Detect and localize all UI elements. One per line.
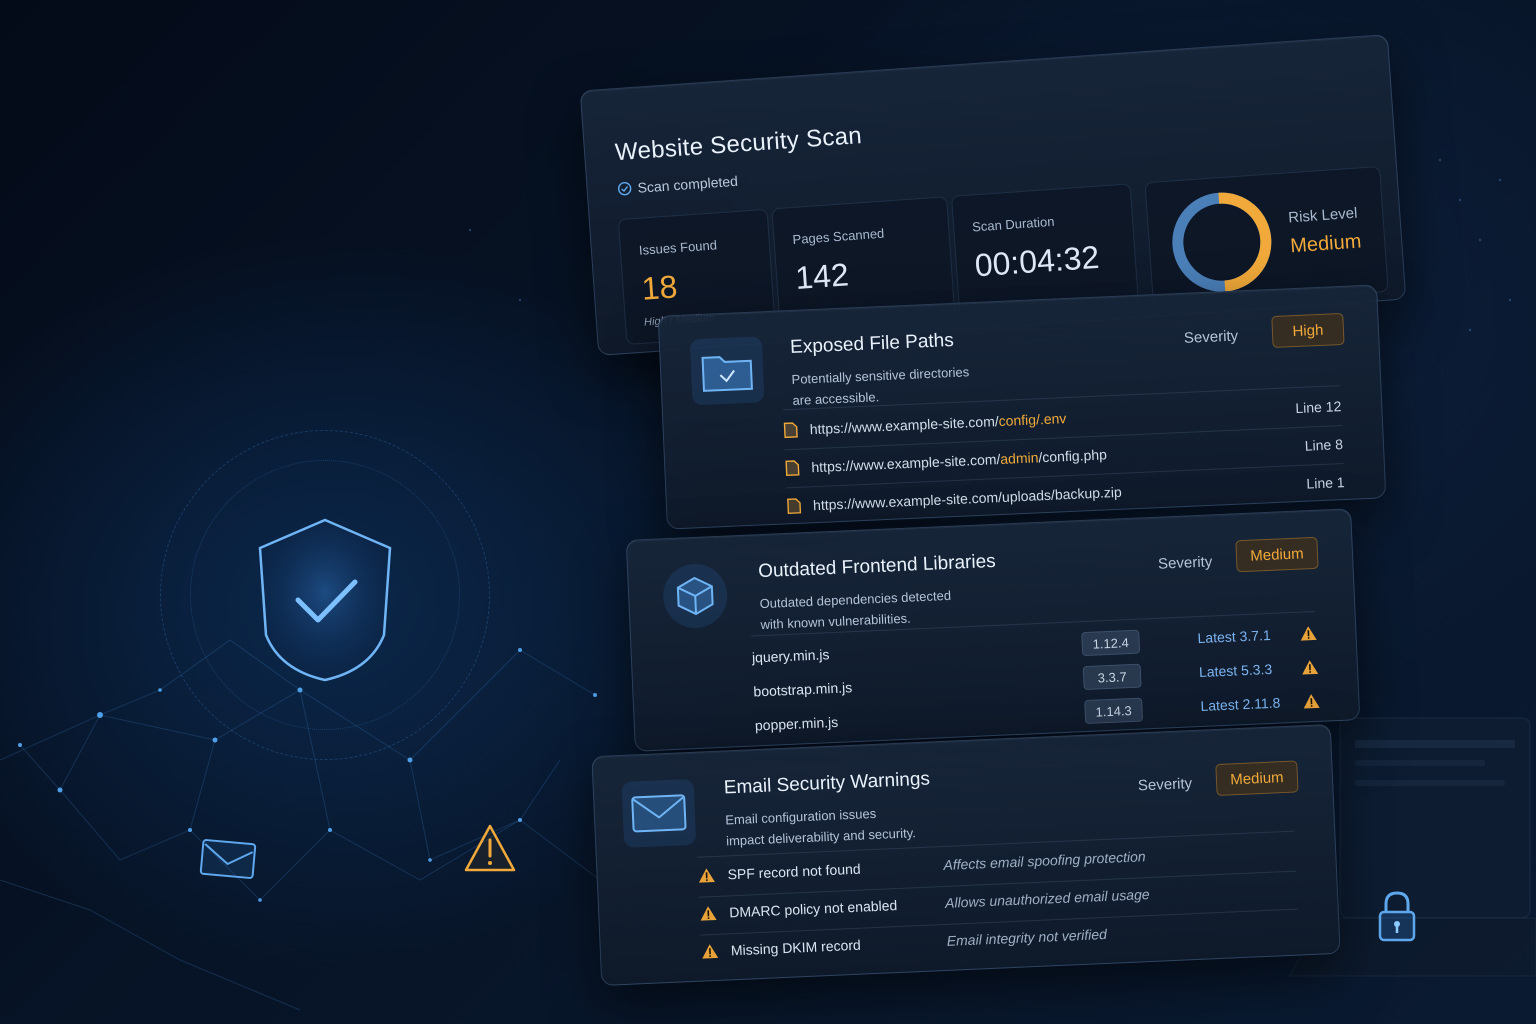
scan-status-text: Scan completed: [637, 172, 739, 196]
latest-version: Latest 5.3.3: [1198, 660, 1273, 681]
issue-card-exposed-file-paths[interactable]: Exposed File Paths Potentially sensitive…: [657, 284, 1387, 530]
library-list: jquery.min.js 1.12.4 Latest 3.7.1 bootst…: [751, 615, 1320, 740]
severity-label: Severity: [1183, 327, 1239, 347]
risk-level-label: Risk Level: [1287, 204, 1358, 227]
line-number: Line 1: [1306, 474, 1345, 492]
stat-label: Scan Duration: [971, 213, 1055, 235]
scan-status: Scan completed: [617, 173, 738, 197]
severity-label: Severity: [1157, 553, 1213, 573]
file-icon: [787, 498, 802, 515]
library-name: jquery.min.js: [751, 646, 830, 666]
warning-icon: [1302, 660, 1319, 675]
scan-report: Website Security Scan Scan completed Iss…: [0, 0, 1536, 1024]
envelope-icon: [621, 778, 697, 848]
warning-name: DMARC policy not enabled: [728, 897, 898, 921]
line-number: Line 8: [1304, 436, 1344, 454]
pages-scanned-value: 142: [794, 256, 850, 296]
warning-impact: Email integrity not verified: [946, 925, 1108, 949]
stat-label: Pages Scanned: [792, 225, 885, 248]
folder-icon: [689, 336, 765, 406]
version-chip: 1.12.4: [1081, 629, 1141, 657]
severity-badge: Medium: [1235, 536, 1319, 573]
latest-version: Latest 3.7.1: [1197, 626, 1271, 647]
file-icon: [785, 460, 800, 477]
warning-icon: [1303, 694, 1320, 709]
severity-label: Severity: [1137, 775, 1193, 795]
scan-duration-value: 00:04:32: [973, 238, 1101, 284]
version-chip: 3.3.7: [1082, 663, 1142, 691]
risk-gauge-icon: [1172, 192, 1272, 292]
stat-label: Issues Found: [638, 237, 718, 258]
latest-version: Latest 2.11.8: [1200, 694, 1281, 715]
issue-title: Exposed File Paths: [789, 329, 955, 359]
warning-icon: [698, 868, 715, 883]
warning-icon: [1300, 626, 1317, 641]
issue-title: Outdated Frontend Libraries: [757, 550, 997, 583]
severity-badge: High: [1271, 312, 1345, 349]
file-icon: [783, 422, 798, 439]
page-title: Website Security Scan: [614, 122, 863, 167]
library-name: popper.min.js: [754, 713, 839, 734]
issue-card-outdated-libraries[interactable]: Outdated Frontend Libraries Outdated dep…: [625, 508, 1361, 752]
severity-badge: Medium: [1215, 760, 1299, 797]
line-number: Line 12: [1295, 398, 1342, 417]
issue-card-email-security[interactable]: Email Security Warnings Email configurat…: [591, 723, 1341, 987]
warning-impact: Allows unauthorized email usage: [944, 886, 1150, 911]
issue-title: Email Security Warnings: [723, 768, 931, 799]
issues-found-value: 18: [640, 268, 679, 307]
library-name: bootstrap.min.js: [753, 679, 853, 700]
risk-level-value: Medium: [1289, 230, 1363, 258]
warning-icon: [702, 944, 719, 959]
package-cube-icon: [661, 562, 729, 630]
warning-icon: [700, 906, 717, 921]
warning-name: SPF record not found: [727, 860, 861, 883]
check-circle-icon: [617, 181, 632, 196]
warning-impact: Affects email spoofing protection: [943, 848, 1146, 873]
issue-description: Email configuration issues impact delive…: [724, 805, 917, 849]
version-chip: 1.14.3: [1084, 697, 1144, 725]
warning-name: Missing DKIM record: [730, 936, 862, 959]
